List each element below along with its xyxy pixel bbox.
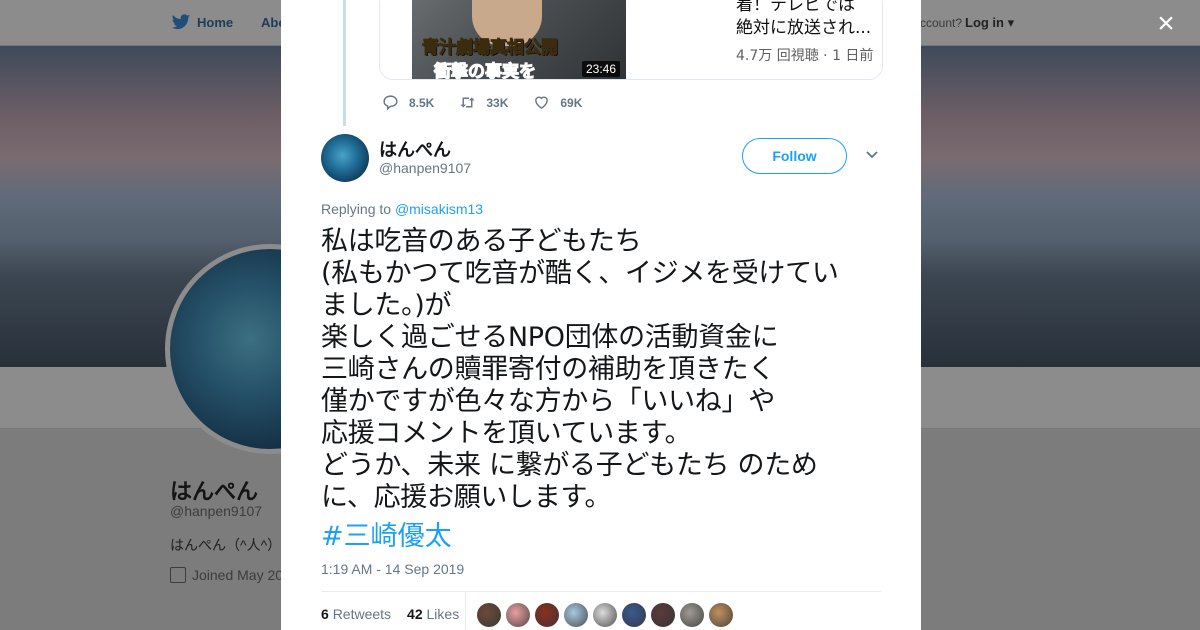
youtube-card[interactable]: 青汁劇場真相公開 衝撃の事実を 23:46 着！テレビでは 絶対に放送され...… bbox=[379, 0, 883, 80]
tweet-author-name[interactable]: はんぺん bbox=[379, 136, 451, 162]
twitter-bird-icon[interactable] bbox=[171, 14, 191, 31]
tweet-author-handle[interactable]: @hanpen9107 bbox=[379, 160, 471, 176]
parent-tweet-actions: 8.5K 33K 69K bbox=[382, 94, 607, 111]
thread-connector-line bbox=[343, 0, 346, 126]
divider bbox=[321, 591, 881, 592]
login-link[interactable]: Log in ▾ bbox=[965, 15, 1014, 31]
video-meta: 4.7万 回視聴 · 1 日前 bbox=[736, 48, 874, 64]
liker-avatar[interactable] bbox=[680, 603, 704, 627]
reply-icon bbox=[383, 95, 398, 111]
liker-avatar[interactable] bbox=[593, 603, 617, 627]
heart-icon bbox=[535, 96, 549, 110]
liker-avatar[interactable] bbox=[535, 603, 559, 627]
liker-avatar[interactable] bbox=[709, 603, 733, 627]
liker-avatars bbox=[477, 603, 733, 627]
liker-avatar[interactable] bbox=[564, 603, 588, 627]
profile-bio: はんぺん（^人^） bbox=[170, 537, 282, 553]
tweet-modal: 青汁劇場真相公開 衝撃の事実を 23:46 着！テレビでは 絶対に放送され...… bbox=[281, 0, 921, 630]
retweets-stat[interactable]: 6 Retweets bbox=[321, 606, 391, 622]
hashtag-link[interactable]: #三崎優太 bbox=[321, 514, 452, 553]
retweets-label: Retweets bbox=[332, 606, 392, 622]
stats-separator bbox=[465, 592, 466, 630]
close-icon[interactable]: × bbox=[1152, 9, 1180, 39]
video-thumbnail[interactable]: 青汁劇場真相公開 衝撃の事実を 23:46 bbox=[412, 0, 626, 80]
nav-home[interactable]: Home bbox=[197, 15, 233, 30]
liker-avatar[interactable] bbox=[622, 603, 646, 627]
likes-stat[interactable]: 42 Likes bbox=[407, 606, 459, 622]
liker-avatar[interactable] bbox=[477, 603, 501, 627]
replying-to: Replying to @misakism13 bbox=[321, 201, 483, 217]
login-label: Log in bbox=[965, 15, 1004, 30]
tweet-timestamp[interactable]: 1:19 AM - 14 Sep 2019 bbox=[321, 561, 464, 577]
retweet-icon bbox=[460, 97, 475, 108]
liker-avatar[interactable] bbox=[651, 603, 675, 627]
video-duration: 23:46 bbox=[581, 61, 620, 77]
profile-name: はんぺん bbox=[170, 479, 259, 504]
reply-count: 8.5K bbox=[409, 95, 435, 110]
replying-prefix: Replying to bbox=[321, 201, 395, 217]
likes-count: 42 bbox=[407, 606, 423, 622]
have-account-text: ccount? bbox=[920, 16, 963, 30]
tweet-author-avatar[interactable] bbox=[321, 134, 369, 182]
video-title[interactable]: 着！テレビでは 絶対に放送され... bbox=[736, 0, 882, 40]
chevron-down-icon[interactable] bbox=[865, 148, 879, 162]
tweet-text: 私は吃音のある子どもたち (私もかつて吃音が酷く、イジメを受けてい ました。)が… bbox=[321, 226, 839, 513]
like-action[interactable]: 69K bbox=[533, 94, 582, 111]
profile-handle: @hanpen9107 bbox=[170, 503, 263, 519]
retweet-count: 33K bbox=[486, 95, 509, 110]
replying-to-link[interactable]: @misakism13 bbox=[395, 201, 483, 217]
retweets-count: 6 bbox=[321, 606, 329, 622]
likes-label: Likes bbox=[426, 606, 460, 622]
thumbnail-caption-bottom: 衝撃の事実を bbox=[434, 62, 537, 80]
profile-joined: Joined May 20 bbox=[170, 567, 283, 583]
tweet-stats: 6 Retweets 42 Likes bbox=[321, 606, 459, 622]
liker-avatar[interactable] bbox=[506, 603, 530, 627]
thumbnail-caption-top: 青汁劇場真相公開 bbox=[422, 38, 559, 59]
follow-button[interactable]: Follow bbox=[742, 138, 847, 174]
retweet-action[interactable]: 33K bbox=[459, 94, 508, 111]
calendar-icon bbox=[170, 567, 186, 583]
like-count: 69K bbox=[560, 95, 583, 110]
reply-action[interactable]: 8.5K bbox=[382, 94, 434, 111]
joined-text: Joined May 20 bbox=[192, 567, 284, 583]
